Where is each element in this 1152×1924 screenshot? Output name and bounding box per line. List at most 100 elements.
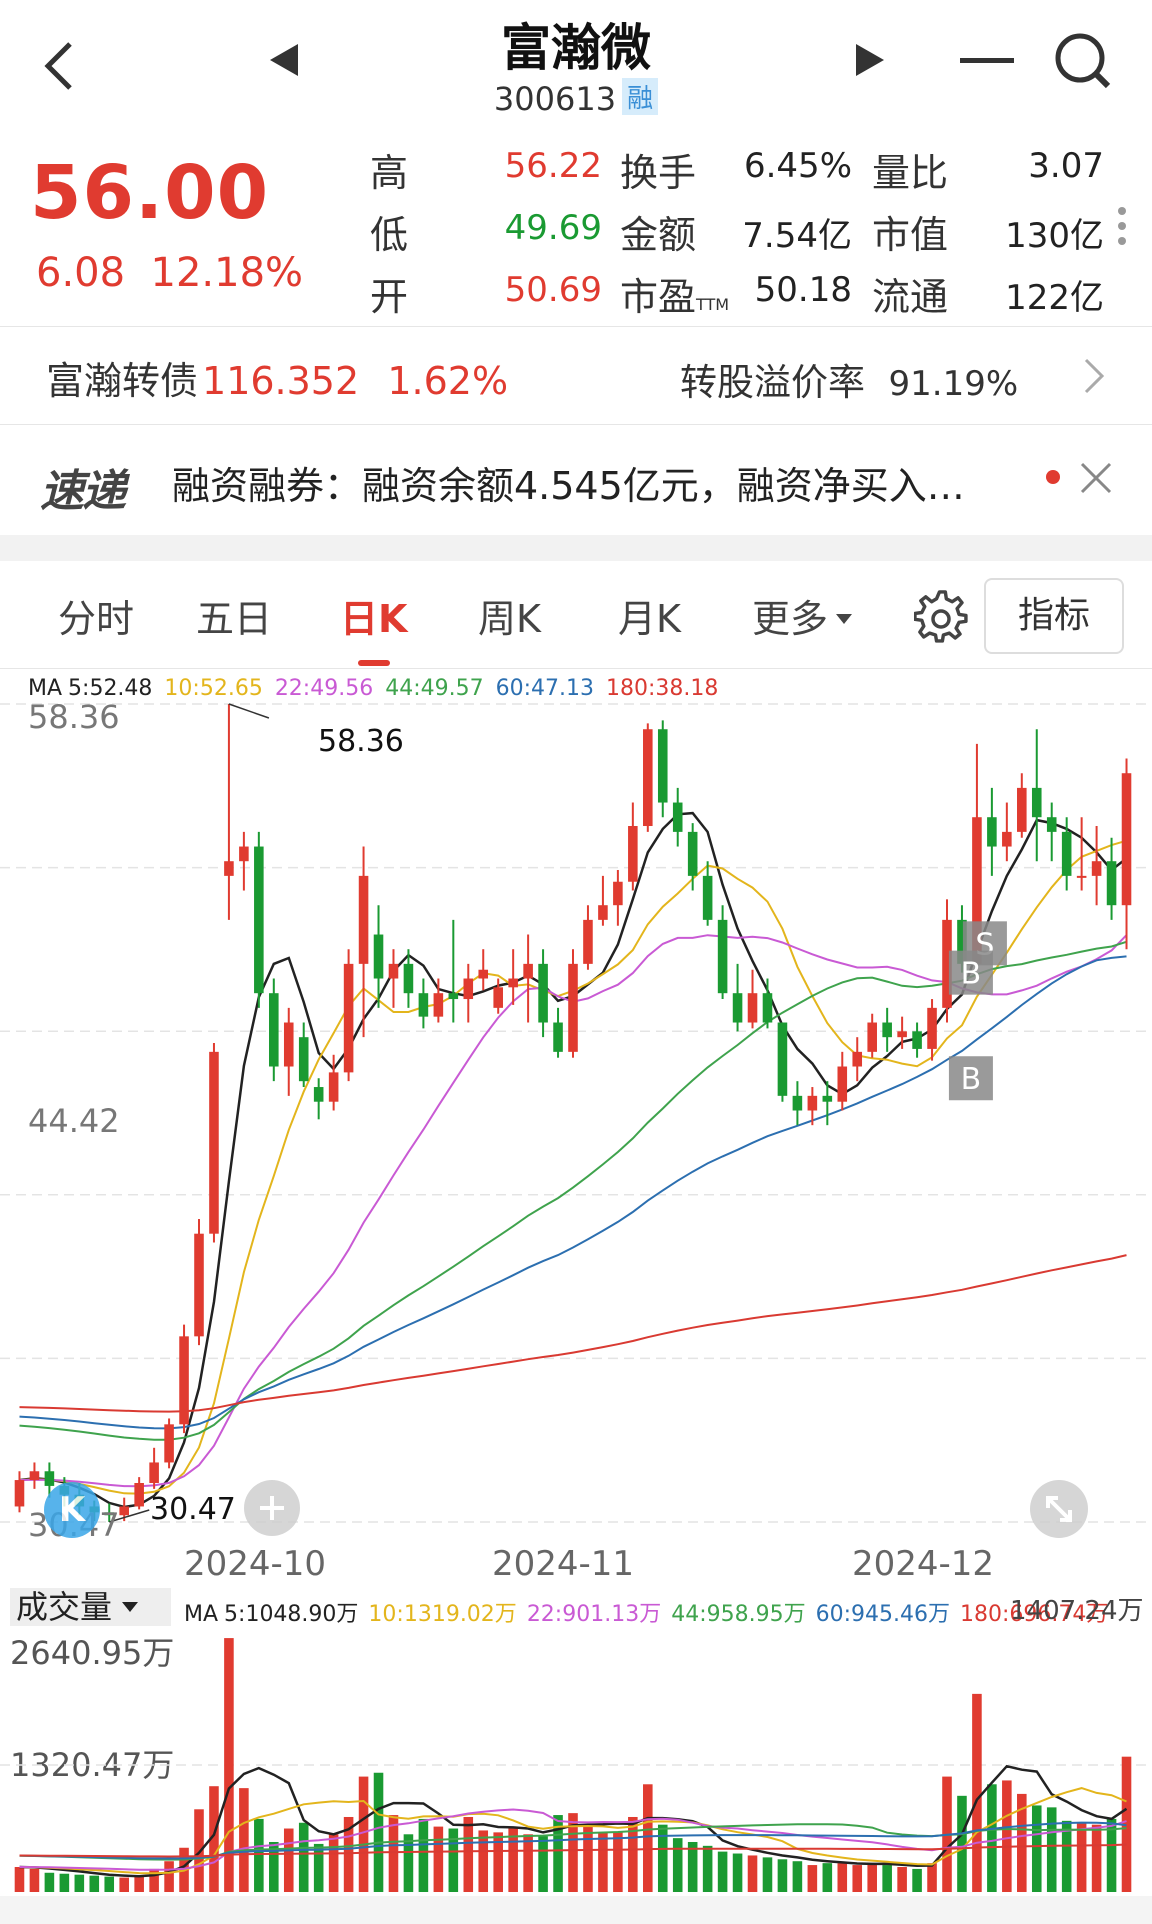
candle-body	[882, 1022, 892, 1038]
ma-legend: MA 5:52.48 10:52.65 22:49.56 44:49.57 60:47.1…	[28, 676, 730, 701]
indicator-button[interactable]: 指标	[984, 578, 1124, 654]
candle-body	[313, 1087, 324, 1102]
bond-row[interactable]: 富瀚转债 116.352 1.62% 转股溢价率 91.19%	[0, 328, 1152, 422]
section-separator	[0, 535, 1152, 561]
triangle-right-icon	[856, 44, 884, 76]
volume-bar	[358, 1776, 369, 1892]
close-news-button[interactable]	[1078, 460, 1114, 496]
stat-label-market-cap: 市值	[872, 213, 949, 257]
news-ticker[interactable]: 融资融券：融资余额4.545亿元，融资净买入…	[172, 455, 965, 510]
stat-label-high: 高	[370, 151, 409, 195]
candle-body	[433, 993, 444, 1017]
volume-bar	[822, 1863, 833, 1892]
candle-body	[463, 978, 474, 1000]
volume-chart[interactable]	[0, 1630, 1152, 1894]
candle-body	[523, 963, 533, 979]
stock-code-text: 300613	[493, 80, 617, 118]
volume-bar	[882, 1865, 892, 1892]
tab-five-day[interactable]: 五日	[196, 588, 272, 643]
volume-bar	[89, 1875, 100, 1892]
volume-bar	[283, 1828, 294, 1892]
price-change: 6.08 12.18%	[36, 250, 303, 296]
chart-settings-button[interactable]	[913, 590, 968, 644]
more-stats-button[interactable]	[1116, 206, 1128, 246]
candle-body	[239, 846, 249, 862]
volume-bar	[867, 1863, 877, 1892]
close-icon	[1080, 462, 1112, 494]
volume-bar	[807, 1865, 818, 1892]
candle-body	[493, 987, 503, 1008]
ma10-value: 10:52.65	[164, 676, 263, 701]
candle-body	[209, 1051, 219, 1234]
candle-body	[987, 817, 997, 847]
volume-bar	[717, 1851, 728, 1892]
tab-monthly-k[interactable]: 月K	[618, 588, 681, 643]
volume-bar	[702, 1845, 713, 1892]
stat-value-open: 50.69	[504, 270, 602, 310]
candle-body	[897, 1031, 907, 1038]
next-stock-button[interactable]	[852, 40, 888, 80]
volume-bar	[598, 1832, 608, 1892]
ma22-value: 22:49.56	[274, 676, 374, 701]
volume-bar	[1076, 1822, 1087, 1892]
stat-value-high: 56.22	[504, 146, 602, 186]
vol-ma5: 5:1048.90万	[224, 1602, 359, 1627]
red-dot-icon	[1046, 470, 1060, 484]
candle-body	[657, 729, 668, 803]
candle-body	[1017, 787, 1027, 832]
volume-bar	[732, 1853, 743, 1892]
volume-bar	[74, 1874, 85, 1892]
volume-bar	[478, 1830, 489, 1892]
stat-value-volume-ratio: 3.07	[1028, 146, 1104, 186]
candle-body	[269, 993, 279, 1067]
volume-bar	[1031, 1805, 1042, 1892]
candle-body	[583, 919, 593, 964]
kline-chart[interactable]: SBB	[0, 700, 1152, 1550]
low-annotation: 30.47	[150, 1492, 236, 1527]
volume-bar	[254, 1818, 264, 1892]
candle-body	[747, 993, 758, 1023]
candle-body	[283, 1022, 294, 1067]
divider	[0, 668, 1152, 669]
menu-button[interactable]	[960, 50, 1016, 70]
candle-body	[792, 1095, 803, 1111]
pe-label: 市盈	[620, 275, 697, 319]
volume-bar	[852, 1865, 863, 1892]
minus-icon	[960, 58, 1014, 63]
tab-weekly-k[interactable]: 周K	[478, 588, 541, 643]
stat-value-turnover: 6.45%	[743, 146, 852, 186]
volume-bar	[298, 1822, 309, 1892]
candle-body	[568, 963, 578, 1052]
candle-body	[777, 1022, 788, 1096]
candle-body	[643, 729, 653, 827]
tab-daily-k[interactable]: 日K	[340, 588, 407, 643]
chevron-right-icon	[1084, 358, 1105, 394]
add-indicator-button[interactable]	[244, 1480, 300, 1536]
price-axis-top: 58.36	[28, 698, 120, 736]
candle-body	[44, 1471, 55, 1486]
candle-body	[164, 1424, 174, 1463]
caret-down-icon	[836, 614, 853, 624]
candle-body	[852, 1051, 863, 1067]
kline-shortcut-button[interactable]: K	[44, 1482, 100, 1538]
volume-bar	[313, 1843, 324, 1892]
candle-body	[149, 1462, 159, 1483]
volume-bar	[912, 1868, 922, 1892]
volume-bar	[643, 1784, 653, 1892]
fullscreen-button[interactable]	[1030, 1480, 1088, 1538]
tab-intraday[interactable]: 分时	[58, 588, 134, 643]
volume-indicator-dropdown[interactable]: 成交量	[10, 1588, 171, 1626]
expand-icon	[1046, 1496, 1072, 1522]
premium-value: 91.19%	[888, 364, 1019, 404]
volume-bar	[897, 1866, 907, 1892]
candle-body	[418, 993, 429, 1017]
stat-value-low: 49.69	[504, 208, 602, 248]
margin-badge: 融	[622, 78, 659, 115]
volume-bar	[792, 1861, 803, 1892]
search-button[interactable]	[1052, 30, 1114, 92]
volume-bar	[403, 1834, 414, 1892]
tab-more[interactable]: 更多	[752, 588, 854, 643]
change-percent: 12.18%	[150, 250, 304, 296]
candle-body	[119, 1506, 129, 1516]
volume-bar	[328, 1834, 339, 1892]
